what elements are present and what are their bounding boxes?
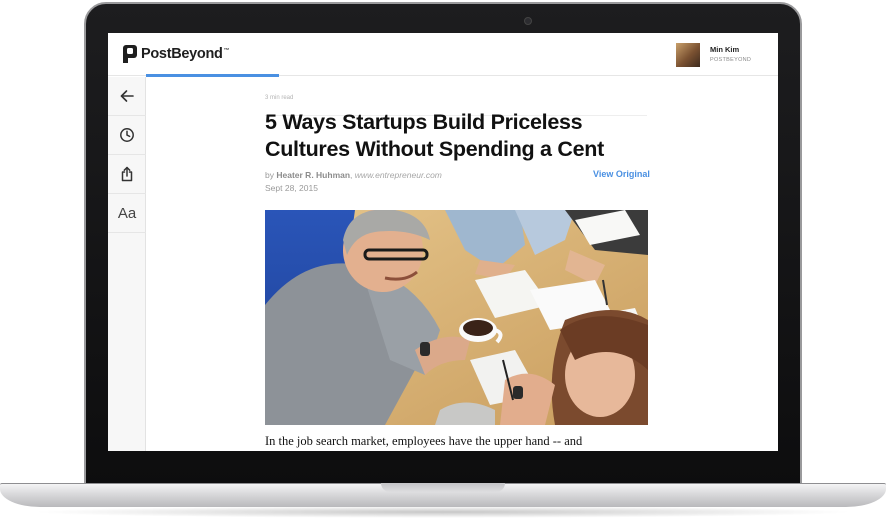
back-button[interactable] [108, 77, 146, 116]
postbeyond-logo[interactable]: PostBeyond™ [122, 44, 230, 64]
byline-separator: , [350, 170, 353, 180]
article-author: Heater R. Huhman [276, 170, 351, 180]
article-body-first-line: In the job search market, employees have… [265, 434, 583, 448]
view-original-link[interactable]: View Original [593, 169, 650, 179]
office-meeting-photo [265, 210, 648, 425]
webcam [524, 17, 532, 25]
byline-prefix: by [265, 170, 274, 180]
article-byline: by Heater R. Huhman, www.entrepreneur.co… [265, 170, 442, 180]
user-name[interactable]: Min Kim [710, 45, 739, 54]
share-icon [121, 166, 133, 182]
share-button[interactable] [108, 155, 146, 194]
article-date: Sept 28, 2015 [265, 183, 318, 193]
read-later-button[interactable] [108, 116, 146, 155]
top-bar: PostBeyond™ Min Kim POSTBEYOND [108, 33, 778, 77]
app-screen: PostBeyond™ Min Kim POSTBEYOND Aa 3 min … [108, 33, 778, 451]
laptop-shadow [30, 506, 856, 518]
postbeyond-logo-icon [123, 45, 137, 63]
laptop-opening-notch [381, 483, 505, 492]
logo-text: PostBeyond™ [141, 46, 230, 62]
user-avatar[interactable] [676, 43, 700, 67]
article-hero-image [265, 210, 648, 425]
reading-progress-bar [146, 74, 778, 77]
user-organization: POSTBEYOND [710, 57, 752, 63]
reader-sidebar: Aa [108, 77, 146, 451]
back-arrow-icon [120, 90, 134, 102]
clock-icon [120, 128, 134, 142]
font-size-button[interactable]: Aa [108, 194, 146, 233]
read-time: 3 min read [265, 95, 294, 101]
article-source: www.entrepreneur.com [354, 170, 442, 180]
article-title: 5 Ways Startups Build Priceless Cultures… [265, 110, 604, 161]
reading-progress-fill [146, 74, 279, 77]
logo-trademark: ™ [223, 48, 230, 55]
font-size-icon: Aa [117, 204, 137, 222]
